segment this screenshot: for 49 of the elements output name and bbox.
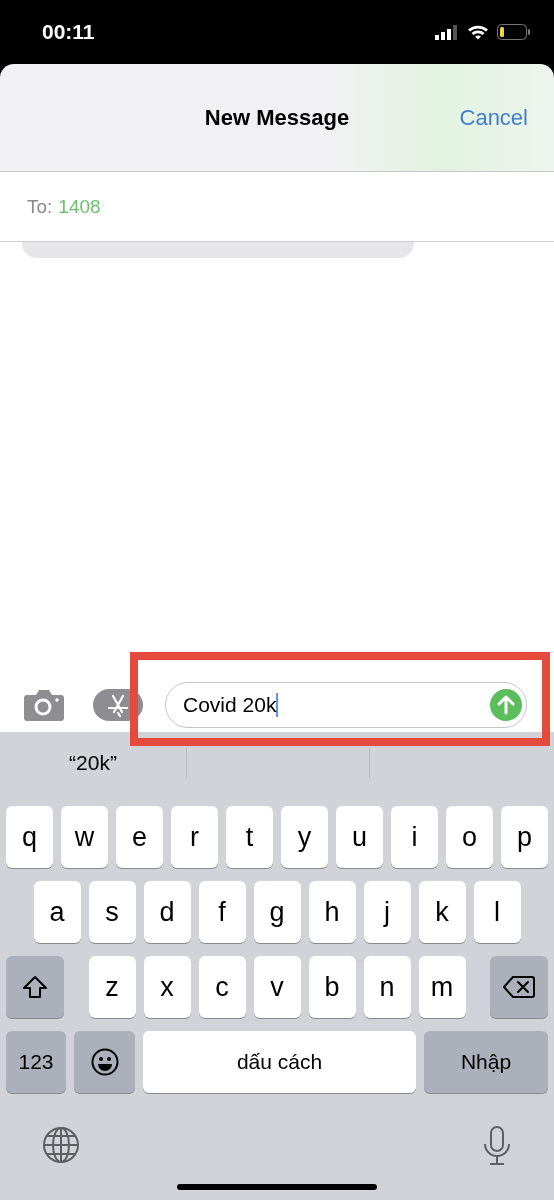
keyboard-key[interactable]: l (473, 881, 521, 943)
keyboard-key[interactable]: j (363, 881, 411, 943)
recipient-value: 1408 (58, 195, 101, 218)
signal-icon (435, 24, 459, 40)
microphone-icon[interactable] (483, 1126, 511, 1166)
keyboard-key[interactable]: u (336, 806, 383, 868)
keyboard-key[interactable]: c (198, 956, 246, 1018)
keyboard-key[interactable]: i (391, 806, 438, 868)
keyboard-key[interactable]: t (226, 806, 273, 868)
delete-icon (503, 976, 535, 998)
keyboard-key[interactable]: w (61, 806, 108, 868)
keyboard-key[interactable]: z (88, 956, 136, 1018)
keyboard-key[interactable]: b (308, 956, 356, 1018)
arrow-up-icon (497, 695, 515, 715)
send-button[interactable] (490, 689, 522, 721)
battery-icon (497, 24, 530, 40)
keyboard-key[interactable]: a (33, 881, 81, 943)
sheet-title: New Message (204, 104, 350, 131)
keyboard-key[interactable]: v (253, 956, 301, 1018)
keyboard-key[interactable]: s (88, 881, 136, 943)
keyboard-key[interactable]: f (198, 881, 246, 943)
keyboard-key[interactable]: p (501, 806, 548, 868)
keyboard-key[interactable]: e (116, 806, 163, 868)
cancel-link[interactable]: Cancel (459, 104, 528, 131)
emoji-icon (90, 1048, 119, 1076)
keyboard-key[interactable]: n (363, 956, 411, 1018)
keyboard-key[interactable]: d (143, 881, 191, 943)
emoji-key[interactable] (74, 1031, 135, 1093)
status-time: 00:11 (42, 20, 95, 44)
numbers-key[interactable]: 123 (6, 1031, 66, 1093)
keyboard-key[interactable]: o (446, 806, 493, 868)
keyboard-key[interactable]: m (418, 956, 466, 1018)
keyboard-key[interactable]: k (418, 881, 466, 943)
delete-key[interactable] (490, 956, 548, 1018)
keyboard-key[interactable]: q (6, 806, 53, 868)
space-key[interactable]: dấu cách (143, 1031, 416, 1093)
keyboard-key[interactable]: y (281, 806, 328, 868)
shift-key[interactable] (6, 956, 64, 1018)
keyboard-key[interactable]: g (253, 881, 301, 943)
suggestion-item[interactable]: “20k” (63, 750, 123, 776)
shift-icon (22, 975, 48, 999)
keyboard-key[interactable]: h (308, 881, 356, 943)
return-key[interactable]: Nhập (424, 1031, 548, 1093)
recipient-label: To: (27, 195, 53, 218)
wifi-icon (467, 24, 489, 40)
keyboard-key[interactable]: r (171, 806, 218, 868)
globe-icon[interactable] (42, 1126, 80, 1164)
camera-icon[interactable] (24, 689, 64, 721)
keyboard-key[interactable]: x (143, 956, 191, 1018)
